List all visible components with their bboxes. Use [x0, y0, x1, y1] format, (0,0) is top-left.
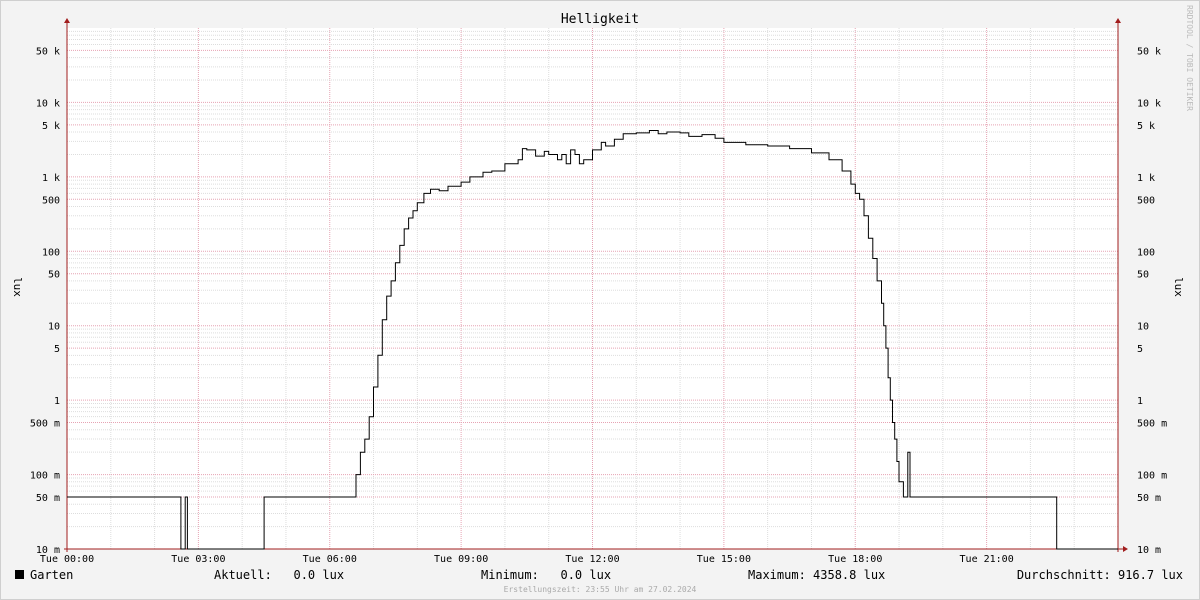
y-tick-label-right: 1 — [1137, 396, 1143, 407]
x-tick-label: Tue 12:00 — [565, 554, 619, 565]
y-axis-label-left: lux — [11, 277, 24, 297]
y-tick-label-right: 100 — [1137, 247, 1155, 258]
y-tick-label-left: 1 k — [42, 173, 60, 184]
x-tick-label: Tue 15:00 — [697, 554, 751, 565]
y-tick-label-left: 5 — [54, 344, 60, 355]
y-tick-label-left: 100 m — [30, 471, 60, 482]
x-tick-label: Tue 03:00 — [171, 554, 225, 565]
watermark: RRDTOOL / TOBI OETIKER — [1185, 5, 1194, 111]
x-tick-label: Tue 06:00 — [303, 554, 357, 565]
y-tick-label-left: 500 — [42, 195, 60, 206]
y-axis-arrow-left — [64, 18, 70, 23]
chart-title: Helligkeit — [561, 12, 639, 27]
stat-current: Aktuell: 0.0 lux — [214, 568, 344, 582]
y-tick-label-right: 10 m — [1137, 545, 1161, 556]
y-axis-arrow-right — [1115, 18, 1121, 23]
y-tick-label-right: 50 — [1137, 270, 1149, 281]
legend-swatch — [15, 570, 24, 579]
y-tick-label-left: 1 — [54, 396, 60, 407]
x-tick-labels: Tue 00:00 Tue 03:00 Tue 06:00 Tue 09:00 Tue … — [40, 554, 1014, 565]
x-tick-label: Tue 18:00 — [828, 554, 882, 565]
stat-minimum: Minimum: 0.0 lux — [481, 568, 611, 582]
y-tick-label-right: 500 m — [1137, 419, 1167, 430]
x-axis-arrow — [1123, 546, 1128, 552]
stat-average: Durchschnitt: 916.7 lux — [1017, 568, 1183, 582]
y-tick-label-right: 50 m — [1137, 493, 1161, 504]
y-tick-label-right: 10 — [1137, 322, 1149, 333]
y-tick-label-left: 10 — [48, 322, 60, 333]
stat-maximum: Maximum: 4358.8 lux — [748, 568, 885, 582]
y-tick-label-right: 10 k — [1137, 98, 1161, 109]
y-tick-label-left: 10 k — [36, 98, 60, 109]
x-tick-label: Tue 21:00 — [960, 554, 1014, 565]
y-tick-label-right: 100 m — [1137, 471, 1167, 482]
chart: 10 m 10 m50 m 50 m100 m 100 m500 m 500 m1 15 5… — [0, 0, 1200, 600]
legend-label: Garten — [30, 568, 73, 582]
y-tick-label-left: 50 k — [36, 46, 60, 57]
y-tick-label-right: 1 k — [1137, 173, 1155, 184]
y-tick-label-right: 500 — [1137, 195, 1155, 206]
creation-timestamp: Erstellungszeit: 23:55 Uhr am 27.02.2024 — [504, 585, 697, 594]
y-tick-label-left: 50 — [48, 270, 60, 281]
y-tick-label-right: 5 k — [1137, 121, 1155, 132]
y-tick-label-left: 50 m — [36, 493, 60, 504]
y-tick-label-right: 5 — [1137, 344, 1143, 355]
x-tick-label: Tue 00:00 — [40, 554, 94, 565]
y-tick-label-left: 5 k — [42, 121, 60, 132]
y-tick-label-left: 100 — [42, 247, 60, 258]
x-tick-label: Tue 09:00 — [434, 554, 488, 565]
y-tick-label-right: 50 k — [1137, 46, 1161, 57]
y-axis-label-right: lux — [1172, 277, 1185, 297]
y-tick-label-left: 500 m — [30, 419, 60, 430]
